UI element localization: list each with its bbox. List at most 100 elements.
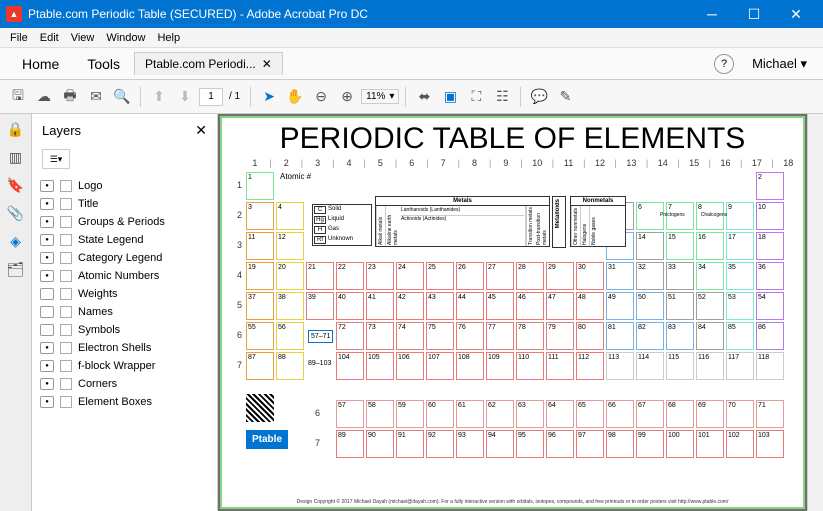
layers-options-button[interactable]: ☰▾ xyxy=(42,149,70,169)
menu-file[interactable]: File xyxy=(4,32,34,44)
layer-icon xyxy=(60,306,72,318)
layers-close-icon[interactable]: ✕ xyxy=(195,122,207,139)
print-icon[interactable]: 🖶 xyxy=(58,85,82,109)
layer-item[interactable]: Atomic Numbers xyxy=(36,267,213,285)
comment-icon[interactable]: 💬 xyxy=(527,85,551,109)
element-cell: 35 xyxy=(726,262,754,290)
title-bar: ▲ Ptable.com Periodic Table (SECURED) - … xyxy=(0,0,823,28)
select-icon[interactable]: ➤ xyxy=(257,85,281,109)
visibility-toggle[interactable] xyxy=(40,360,54,372)
layer-icon xyxy=(60,360,72,372)
attachment-icon[interactable]: 📎 xyxy=(7,204,25,222)
visibility-toggle[interactable] xyxy=(40,198,54,210)
vertical-scrollbar[interactable] xyxy=(807,114,823,511)
element-cell: 98 xyxy=(606,430,634,458)
nonmetals-legend: NonmetalsOther nonmetalsHalogensNoble ga… xyxy=(570,196,626,247)
layer-item[interactable]: Category Legend xyxy=(36,249,213,267)
layer-item[interactable]: State Legend xyxy=(36,231,213,249)
tab-home[interactable]: Home xyxy=(8,50,73,78)
layer-label: Names xyxy=(78,306,113,318)
visibility-toggle[interactable] xyxy=(40,324,54,336)
layer-icon xyxy=(60,216,72,228)
visibility-toggle[interactable] xyxy=(40,378,54,390)
search-icon[interactable]: 🔍 xyxy=(110,85,134,109)
visibility-toggle[interactable] xyxy=(40,180,54,192)
fullscreen-icon[interactable]: ⛶ xyxy=(464,85,488,109)
element-cell: 95 xyxy=(516,430,544,458)
menu-help[interactable]: Help xyxy=(151,32,186,44)
zoom-in-icon[interactable]: ⊕ xyxy=(335,85,359,109)
layer-item[interactable]: Electron Shells xyxy=(36,339,213,357)
layer-item[interactable]: f-block Wrapper xyxy=(36,357,213,375)
col-num: 6 xyxy=(405,158,419,168)
element-cell: 76 xyxy=(456,322,484,350)
col-num: 4 xyxy=(342,158,356,168)
row-num: 4 xyxy=(230,270,242,280)
element-cell: 2 xyxy=(756,172,784,200)
layer-item[interactable]: Names xyxy=(36,303,213,321)
visibility-toggle[interactable] xyxy=(40,306,54,318)
zoom-out-icon[interactable]: ⊖ xyxy=(309,85,333,109)
page-up-icon[interactable]: ⬆ xyxy=(147,85,171,109)
document-viewport[interactable]: PERIODIC TABLE OF ELEMENTS 1|2|3|4|5|6|7… xyxy=(218,114,807,511)
element-cell: 117 xyxy=(726,352,754,380)
element-cell: 110 xyxy=(516,352,544,380)
hand-icon[interactable]: ✋ xyxy=(283,85,307,109)
element-cell: 33 xyxy=(666,262,694,290)
cloud-icon[interactable]: ☁ xyxy=(32,85,56,109)
layer-item[interactable]: Logo xyxy=(36,177,213,195)
visibility-toggle[interactable] xyxy=(40,216,54,228)
layer-item[interactable]: Element Boxes xyxy=(36,393,213,411)
maximize-button[interactable]: ☐ xyxy=(733,0,775,28)
tab-close-icon[interactable]: ✕ xyxy=(262,57,272,71)
page-input[interactable] xyxy=(199,88,223,106)
minimize-button[interactable]: ─ xyxy=(691,0,733,28)
highlight-icon[interactable]: ✎ xyxy=(553,85,577,109)
fit-page-icon[interactable]: ▣ xyxy=(438,85,462,109)
layer-label: State Legend xyxy=(78,234,143,246)
pdf-page: PERIODIC TABLE OF ELEMENTS 1|2|3|4|5|6|7… xyxy=(220,116,805,509)
visibility-toggle[interactable] xyxy=(40,252,54,264)
email-icon[interactable]: ✉ xyxy=(84,85,108,109)
visibility-toggle[interactable] xyxy=(40,270,54,282)
user-menu[interactable]: Michael ▾ xyxy=(744,56,815,72)
element-cell: 26 xyxy=(456,262,484,290)
bookmark-icon[interactable]: 🔖 xyxy=(7,176,25,194)
layer-item[interactable]: Groups & Periods xyxy=(36,213,213,231)
layer-label: Symbols xyxy=(78,324,120,336)
visibility-toggle[interactable] xyxy=(40,234,54,246)
tab-document[interactable]: Ptable.com Periodi...✕ xyxy=(134,52,283,75)
help-button[interactable]: ? xyxy=(714,54,734,74)
layers-icon[interactable]: ◈ xyxy=(7,232,25,250)
element-cell: 70 xyxy=(726,400,754,428)
layer-icon xyxy=(60,270,72,282)
fit-width-icon[interactable]: ⬌ xyxy=(412,85,436,109)
element-cell: 55 xyxy=(246,322,274,350)
element-cell: 9 xyxy=(726,202,754,230)
lock-icon[interactable]: 🔒 xyxy=(7,120,25,138)
close-button[interactable]: ✕ xyxy=(775,0,817,28)
layer-label: Logo xyxy=(78,180,102,192)
signatures-icon[interactable]: 🗂 xyxy=(7,260,25,278)
layer-label: Electron Shells xyxy=(78,342,151,354)
menu-edit[interactable]: Edit xyxy=(34,32,65,44)
visibility-toggle[interactable] xyxy=(40,288,54,300)
element-cell: 105 xyxy=(366,352,394,380)
page-down-icon[interactable]: ⬇ xyxy=(173,85,197,109)
save-icon[interactable]: 🖫 xyxy=(6,85,30,109)
element-cell: 57 xyxy=(336,400,364,428)
zoom-select[interactable]: 11%▾ xyxy=(361,89,399,104)
layer-item[interactable]: Title xyxy=(36,195,213,213)
visibility-toggle[interactable] xyxy=(40,396,54,408)
visibility-toggle[interactable] xyxy=(40,342,54,354)
element-cell: 115 xyxy=(666,352,694,380)
read-icon[interactable]: ☷ xyxy=(490,85,514,109)
layer-item[interactable]: Weights xyxy=(36,285,213,303)
tab-tools[interactable]: Tools xyxy=(73,50,134,78)
menu-window[interactable]: Window xyxy=(100,32,151,44)
layer-item[interactable]: Symbols xyxy=(36,321,213,339)
thumbnails-icon[interactable]: ▥ xyxy=(7,148,25,166)
menu-view[interactable]: View xyxy=(65,32,101,44)
qr-code xyxy=(246,394,274,422)
layer-item[interactable]: Corners xyxy=(36,375,213,393)
